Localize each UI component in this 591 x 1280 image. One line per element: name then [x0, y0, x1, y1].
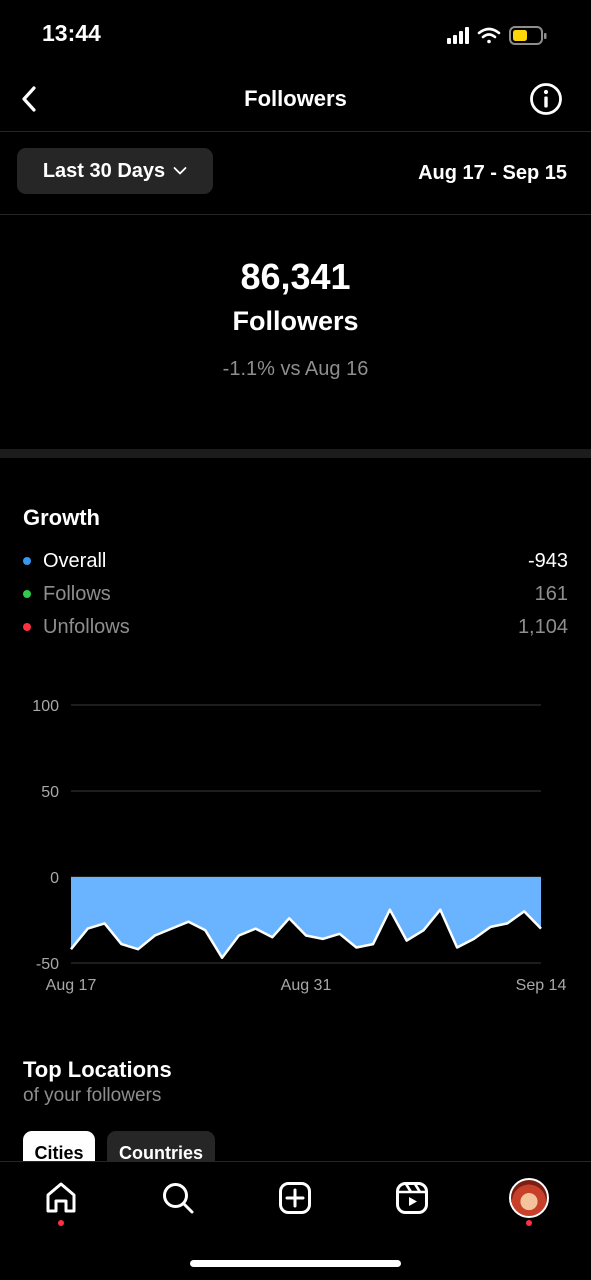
- top-locations-title: Top Locations: [23, 1057, 172, 1082]
- home-icon: [46, 1182, 76, 1213]
- x-tick-label: Aug 17: [46, 977, 97, 994]
- reels-icon: [396, 1182, 428, 1214]
- signal-icon: [447, 27, 469, 44]
- growth-row-value: -943: [527, 549, 568, 572]
- overall-dot: [23, 557, 31, 565]
- growth-row-value: 161: [534, 582, 568, 605]
- growth-row-unfollows: Unfollows 1,104: [23, 612, 568, 642]
- page-title: Followers: [244, 86, 347, 111]
- followers-insights-screen: 13:44 Followers Last 30 Days Aug 17 - Se…: [0, 0, 591, 1280]
- x-tick-label: Sep 14: [516, 977, 567, 994]
- header-divider: [0, 131, 591, 132]
- tab-reels[interactable]: [390, 1176, 434, 1220]
- follower-change: -1.1% vs Aug 16: [222, 358, 369, 380]
- follows-dot: [23, 590, 31, 598]
- growth-title: Growth: [23, 505, 100, 530]
- info-icon[interactable]: [529, 82, 563, 116]
- follower-count-label: Followers: [232, 306, 359, 336]
- tab-create[interactable]: [273, 1176, 317, 1220]
- home-indicator: [190, 1260, 401, 1267]
- date-range-dropdown[interactable]: Last 30 Days: [17, 148, 213, 194]
- profile-notification-dot: [526, 1220, 532, 1226]
- profile-avatar: [509, 1178, 549, 1218]
- tab-search[interactable]: [156, 1176, 200, 1220]
- growth-row-follows: Follows 161: [23, 579, 568, 609]
- growth-row-label: Unfollows: [43, 615, 130, 638]
- tab-profile[interactable]: [507, 1176, 551, 1220]
- growth-row-label: Follows: [43, 582, 111, 605]
- y-tick-label: 100: [32, 698, 59, 715]
- top-locations-subtitle: of your followers: [23, 1085, 162, 1106]
- section-divider: [0, 449, 591, 458]
- date-range-text: Aug 17 - Sep 15: [418, 162, 567, 184]
- filter-divider: [0, 214, 591, 215]
- growth-chart: 100 50 0 -50 Aug 17 Aug 31 Sep 14: [32, 698, 567, 994]
- wifi-icon: [477, 27, 501, 44]
- growth-row-label: Overall: [43, 549, 107, 572]
- y-tick-label: 0: [50, 870, 59, 887]
- y-tick-label: 50: [41, 784, 59, 801]
- tab-home[interactable]: [39, 1176, 83, 1220]
- date-range-dropdown-label: Last 30 Days: [42, 159, 166, 182]
- x-tick-label: Aug 31: [281, 977, 332, 994]
- y-tick-label: -50: [36, 956, 59, 973]
- battery-icon: [509, 26, 547, 45]
- create-icon: [279, 1182, 311, 1214]
- status-icons: [447, 26, 547, 45]
- unfollows-dot: [23, 623, 31, 631]
- home-notification-dot: [58, 1220, 64, 1226]
- growth-row-value: 1,104: [517, 615, 568, 638]
- follower-count: 86,341: [240, 256, 351, 297]
- status-time: 13:44: [42, 20, 101, 46]
- search-icon: [163, 1183, 194, 1214]
- chevron-down-icon: [173, 167, 187, 175]
- growth-row-overall: Overall -943: [23, 546, 568, 576]
